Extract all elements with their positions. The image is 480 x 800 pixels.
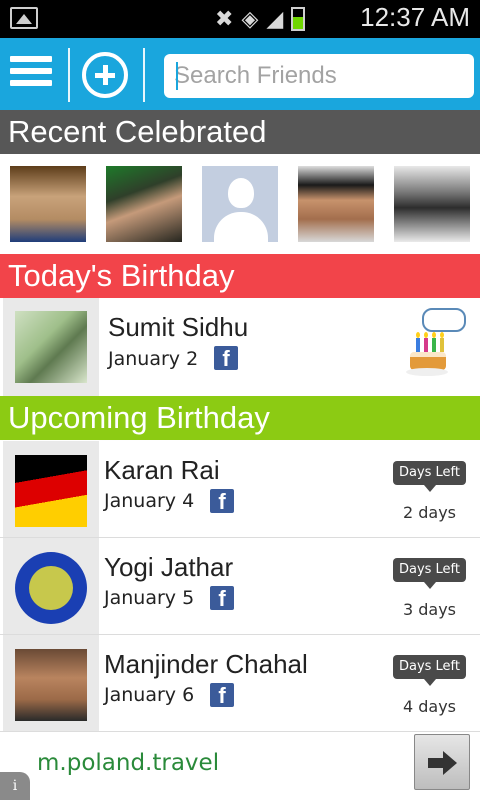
- toolbar-divider: [68, 48, 70, 102]
- menu-icon[interactable]: [10, 56, 52, 92]
- signal-icon: ◢: [266, 6, 284, 32]
- info-icon[interactable]: i: [0, 772, 30, 800]
- recent-avatar[interactable]: [106, 166, 182, 242]
- birthday-date: January 2: [108, 348, 199, 370]
- days-left-badge: Days Left: [393, 558, 466, 589]
- avatar-frame: [3, 635, 99, 731]
- birthday-cake-icon[interactable]: [404, 308, 470, 380]
- toolbar: [0, 38, 480, 110]
- list-item[interactable]: Sumit Sidhu January 2 f: [0, 298, 480, 396]
- days-left-badge: Days Left: [393, 461, 466, 492]
- wifi-icon: ◈: [241, 6, 259, 32]
- battery-icon: [291, 7, 306, 31]
- days-left-count: 2 days: [402, 503, 457, 522]
- facebook-icon[interactable]: f: [214, 346, 238, 371]
- add-friend-button[interactable]: [82, 52, 128, 98]
- clock: 12:37 AM: [360, 2, 470, 32]
- days-left-count: 4 days: [402, 697, 457, 716]
- person-name: Sumit Sidhu: [108, 312, 249, 342]
- recent-celebrated-header: Recent Celebrated: [0, 110, 480, 154]
- avatar-frame: [3, 441, 99, 537]
- birthday-date: January 5: [104, 587, 195, 609]
- facebook-icon[interactable]: f: [210, 586, 234, 611]
- list-item[interactable]: Yogi Jathar January 5 f Days Left 3 days: [0, 538, 480, 635]
- list-item[interactable]: Karan Rai January 4 f Days Left 2 days: [0, 441, 480, 538]
- todays-birthday-header: Today's Birthday: [0, 254, 480, 298]
- status-bar: ✖ ◈ ◢ 12:37 AM: [0, 0, 480, 38]
- status-icons: ✖ ◈ ◢: [215, 6, 306, 32]
- upcoming-birthday-header: Upcoming Birthday: [0, 396, 480, 440]
- recent-avatar[interactable]: [298, 166, 374, 242]
- avatar: [15, 311, 87, 383]
- days-left-badge: Days Left: [393, 655, 466, 686]
- avatar-frame: [3, 538, 99, 634]
- mute-icon: ✖: [215, 6, 234, 32]
- days-left-count: 3 days: [402, 600, 457, 619]
- avatar: [15, 552, 87, 624]
- ad-link[interactable]: m.poland.travel: [37, 750, 219, 776]
- recent-avatar[interactable]: [10, 166, 86, 242]
- birthday-date: January 6: [104, 684, 195, 706]
- person-name: Yogi Jathar: [104, 552, 234, 582]
- image-notification-icon: [10, 7, 38, 29]
- toolbar-divider: [143, 48, 145, 102]
- recent-celebrated-list: [0, 154, 480, 254]
- search-input[interactable]: [164, 54, 474, 98]
- avatar: [15, 649, 87, 721]
- avatar-frame: [3, 298, 99, 396]
- recent-avatar-placeholder[interactable]: [202, 166, 278, 242]
- avatar: [15, 455, 87, 527]
- person-name: Manjinder Chahal: [104, 649, 308, 679]
- person-name: Karan Rai: [104, 455, 220, 485]
- facebook-icon[interactable]: f: [210, 683, 234, 708]
- text-cursor: [176, 62, 178, 90]
- recent-avatar[interactable]: [394, 166, 470, 242]
- ad-banner[interactable]: m.poland.travel: [0, 732, 480, 800]
- list-item[interactable]: Manjinder Chahal January 6 f Days Left 4…: [0, 635, 480, 732]
- birthday-date: January 4: [104, 490, 195, 512]
- ad-arrow-button[interactable]: [414, 734, 470, 790]
- facebook-icon[interactable]: f: [210, 489, 234, 514]
